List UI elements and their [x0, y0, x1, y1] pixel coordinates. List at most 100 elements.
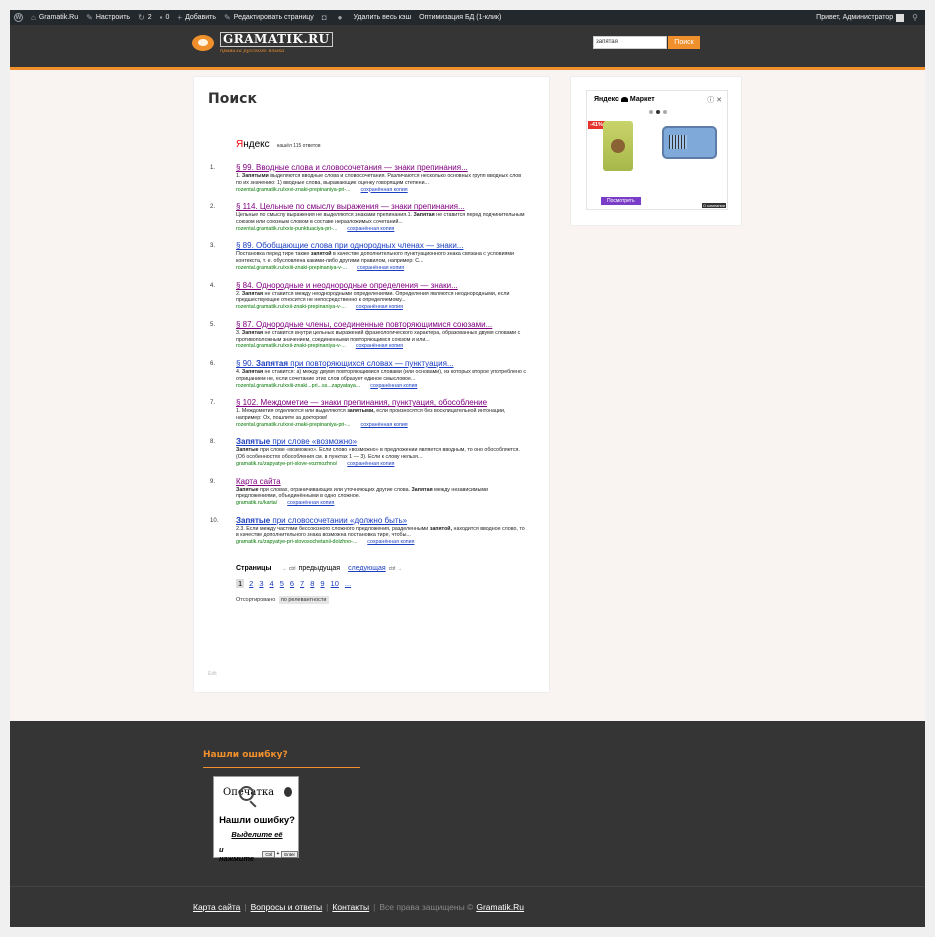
orphus-banner[interactable]: Опечатка Нашли ошибку? Выделите её и наж… — [213, 776, 299, 863]
result-url: rozental.gramatik.ru/xxvi-znaki-prepinan… — [236, 186, 408, 193]
ctrl-left-hint: ← ctrl — [282, 565, 296, 572]
result-url: rozental.gramatik.ru/xxii-znaki-prepinan… — [236, 343, 403, 350]
page-link[interactable]: 2 — [249, 579, 253, 588]
result-number: 8. — [210, 439, 216, 446]
cached-copy-link[interactable]: сохранённая копия — [370, 383, 417, 389]
result-item: 2. § 114. Цельные по смыслу выражения — … — [210, 202, 530, 241]
result-title-link[interactable]: Карта сайта — [236, 477, 526, 486]
sort-info: Отсортировано по релевантности — [236, 596, 329, 604]
result-number: 10. — [210, 517, 219, 524]
site-footer: Нашли ошибку? Опечатка Нашли ошибку? Выд… — [10, 721, 925, 927]
edit-page-link[interactable]: ✎ Редактировать страницу — [220, 10, 318, 25]
clear-cache-link[interactable]: Удалить весь кэш — [350, 10, 416, 25]
ad-brand: Яндекс Маркет — [594, 96, 655, 103]
admin-search-button[interactable]: ⚲ — [908, 10, 925, 25]
result-url: rozental.gramatik.ru/xxix-punktuaciya-pr… — [236, 225, 395, 232]
footer-link-faq[interactable]: Вопросы и ответы — [251, 902, 323, 912]
pencil-icon: ✎ — [224, 12, 231, 22]
result-snippet: Цельные по смыслу выражения не выделяютс… — [236, 212, 525, 225]
circle-icon: ● — [337, 12, 343, 22]
result-item: 7. § 102. Междометие — знаки препинания,… — [210, 398, 530, 437]
result-title-link[interactable]: § 99. Вводные слова и словосочетания — з… — [236, 163, 526, 172]
page-link[interactable]: 4 — [270, 579, 274, 588]
page-link[interactable]: 6 — [290, 579, 294, 588]
page-current: 1 — [236, 579, 245, 588]
ctrl-key: Ctrl — [262, 850, 276, 858]
result-number: 1. — [210, 165, 216, 171]
shield-menu[interactable]: ◘ — [318, 10, 334, 25]
admin-bar: W ⌂ Gramatik.Ru ✎ Настроить ↻ 2 ▪ 0 + Добавит… — [10, 10, 925, 25]
logo-name: GRAMATIK.RU — [220, 32, 333, 47]
page-link[interactable]: 3 — [259, 579, 263, 588]
footer-link-sitemap[interactable]: Карта сайта — [193, 902, 240, 912]
search-input[interactable]: запятая — [593, 36, 667, 49]
pet-carrier-image[interactable] — [662, 126, 717, 159]
page-link[interactable]: 9 — [320, 579, 324, 588]
footer-link-contacts[interactable]: Контакты — [332, 902, 369, 912]
updates-link[interactable]: ↻ 2 — [134, 10, 156, 25]
result-item: 6. § 90. Запятая при повторяющихся слова… — [210, 359, 530, 398]
cached-copy-link[interactable]: сохранённая копия — [357, 265, 404, 271]
account-menu[interactable]: Привет, Администратор — [812, 10, 908, 25]
result-title-link[interactable]: § 84. Однородные и неоднородные определе… — [236, 281, 526, 290]
cached-copy-link[interactable]: сохранённая копия — [361, 422, 408, 428]
cached-copy-link[interactable]: сохранённая копия — [356, 343, 403, 349]
edit-link[interactable]: Edit — [208, 671, 217, 677]
cached-copy-link[interactable]: сохранённая копия — [367, 539, 414, 545]
ad-view-button[interactable]: Посмотреть — [601, 197, 641, 205]
carousel-dots[interactable] — [649, 110, 670, 114]
avatar — [896, 13, 905, 22]
cached-copy-link[interactable]: сохранённая копия — [356, 304, 403, 310]
wp-logo-menu[interactable]: W — [10, 10, 27, 25]
comments-link[interactable]: ▪ 0 — [156, 10, 174, 25]
ad-close-button[interactable]: ⓘ ✕ — [707, 95, 722, 105]
cached-copy-link[interactable]: сохранённая копия — [347, 461, 394, 467]
plus-icon: + — [177, 12, 183, 22]
next-page-link[interactable]: следующая — [348, 565, 386, 572]
customize-link[interactable]: ✎ Настроить — [82, 10, 134, 25]
result-title-link[interactable]: § 102. Междометие — знаки препинания, пу… — [236, 398, 526, 407]
enter-key: Enter — [281, 850, 298, 858]
page-more-link[interactable]: ... — [345, 579, 351, 588]
result-title-link[interactable]: Запятые при словосочетании «должно быть» — [236, 516, 526, 525]
results-count: нашёл 115 ответов — [276, 143, 321, 149]
optimize-db-link[interactable]: Оптимизация БД (1-клик) — [415, 10, 505, 25]
site-name-menu[interactable]: ⌂ Gramatik.Ru — [27, 10, 82, 25]
cached-copy-link[interactable]: сохранённая копия — [347, 226, 394, 232]
result-title-link[interactable]: Запятые при слове «возможно» — [236, 437, 526, 446]
yandex-logo[interactable]: Яндекс — [236, 139, 270, 150]
carousel-dot[interactable] — [649, 110, 653, 114]
cache-menu[interactable]: ● — [334, 10, 350, 25]
add-new-menu[interactable]: + Добавить — [173, 10, 220, 25]
page-numbers: 1 2 3 4 5 6 7 8 9 10 ... — [236, 579, 357, 588]
result-snippet: 3. Запятая не ставится внутри цельных вы… — [236, 329, 521, 343]
carousel-dot-active[interactable] — [656, 110, 660, 114]
footer-site-link[interactable]: Gramatik.Ru — [476, 902, 524, 912]
site-logo[interactable]: GRAMATIK.RU правила русского языка — [192, 32, 333, 54]
result-title-link[interactable]: § 114. Цельные по смыслу выражения — зна… — [236, 202, 526, 211]
page-link[interactable]: 5 — [280, 579, 284, 588]
footer-divider — [203, 767, 360, 768]
oops-question: Нашли ошибку? — [219, 815, 295, 826]
sort-option[interactable]: по релевантности — [278, 596, 329, 604]
results-list: 1. § 99. Вводные слова и словосочетания … — [210, 163, 530, 555]
dog-food-image[interactable] — [603, 121, 633, 171]
shield-icon: ◘ — [321, 12, 327, 22]
cached-copy-link[interactable]: сохранённая копия — [361, 187, 408, 193]
page-link[interactable]: 10 — [331, 579, 339, 588]
result-snippet: 4. Запятая не ставится: а) между двумя п… — [236, 368, 526, 382]
carousel-dot[interactable] — [663, 110, 667, 114]
cached-copy-link[interactable]: сохранённая копия — [287, 500, 334, 506]
ad-info-label[interactable]: О компании — [701, 203, 726, 208]
result-title-link[interactable]: § 90. Запятая при повторяющихся словах —… — [236, 359, 526, 368]
page-link[interactable]: 7 — [300, 579, 304, 588]
result-title-link[interactable]: § 89. Обобщающие слова при однородных чл… — [236, 241, 526, 250]
search-button[interactable]: Поиск — [668, 36, 700, 49]
yandex-market-ad[interactable]: Яндекс Маркет ⓘ ✕ -41% Посмотреть О компа… — [586, 90, 728, 210]
page-link[interactable]: 8 — [310, 579, 314, 588]
result-title-link[interactable]: § 87. Однородные члены, соединенные повт… — [236, 320, 526, 329]
search-icon: ⚲ — [912, 12, 918, 22]
footer-nav: Карта сайта | Вопросы и ответы | Контакт… — [193, 902, 524, 912]
result-snippet: Постановка перед тире также запятой в ка… — [236, 251, 514, 265]
page: W ⌂ Gramatik.Ru ✎ Настроить ↻ 2 ▪ 0 + Добавит… — [10, 10, 925, 927]
